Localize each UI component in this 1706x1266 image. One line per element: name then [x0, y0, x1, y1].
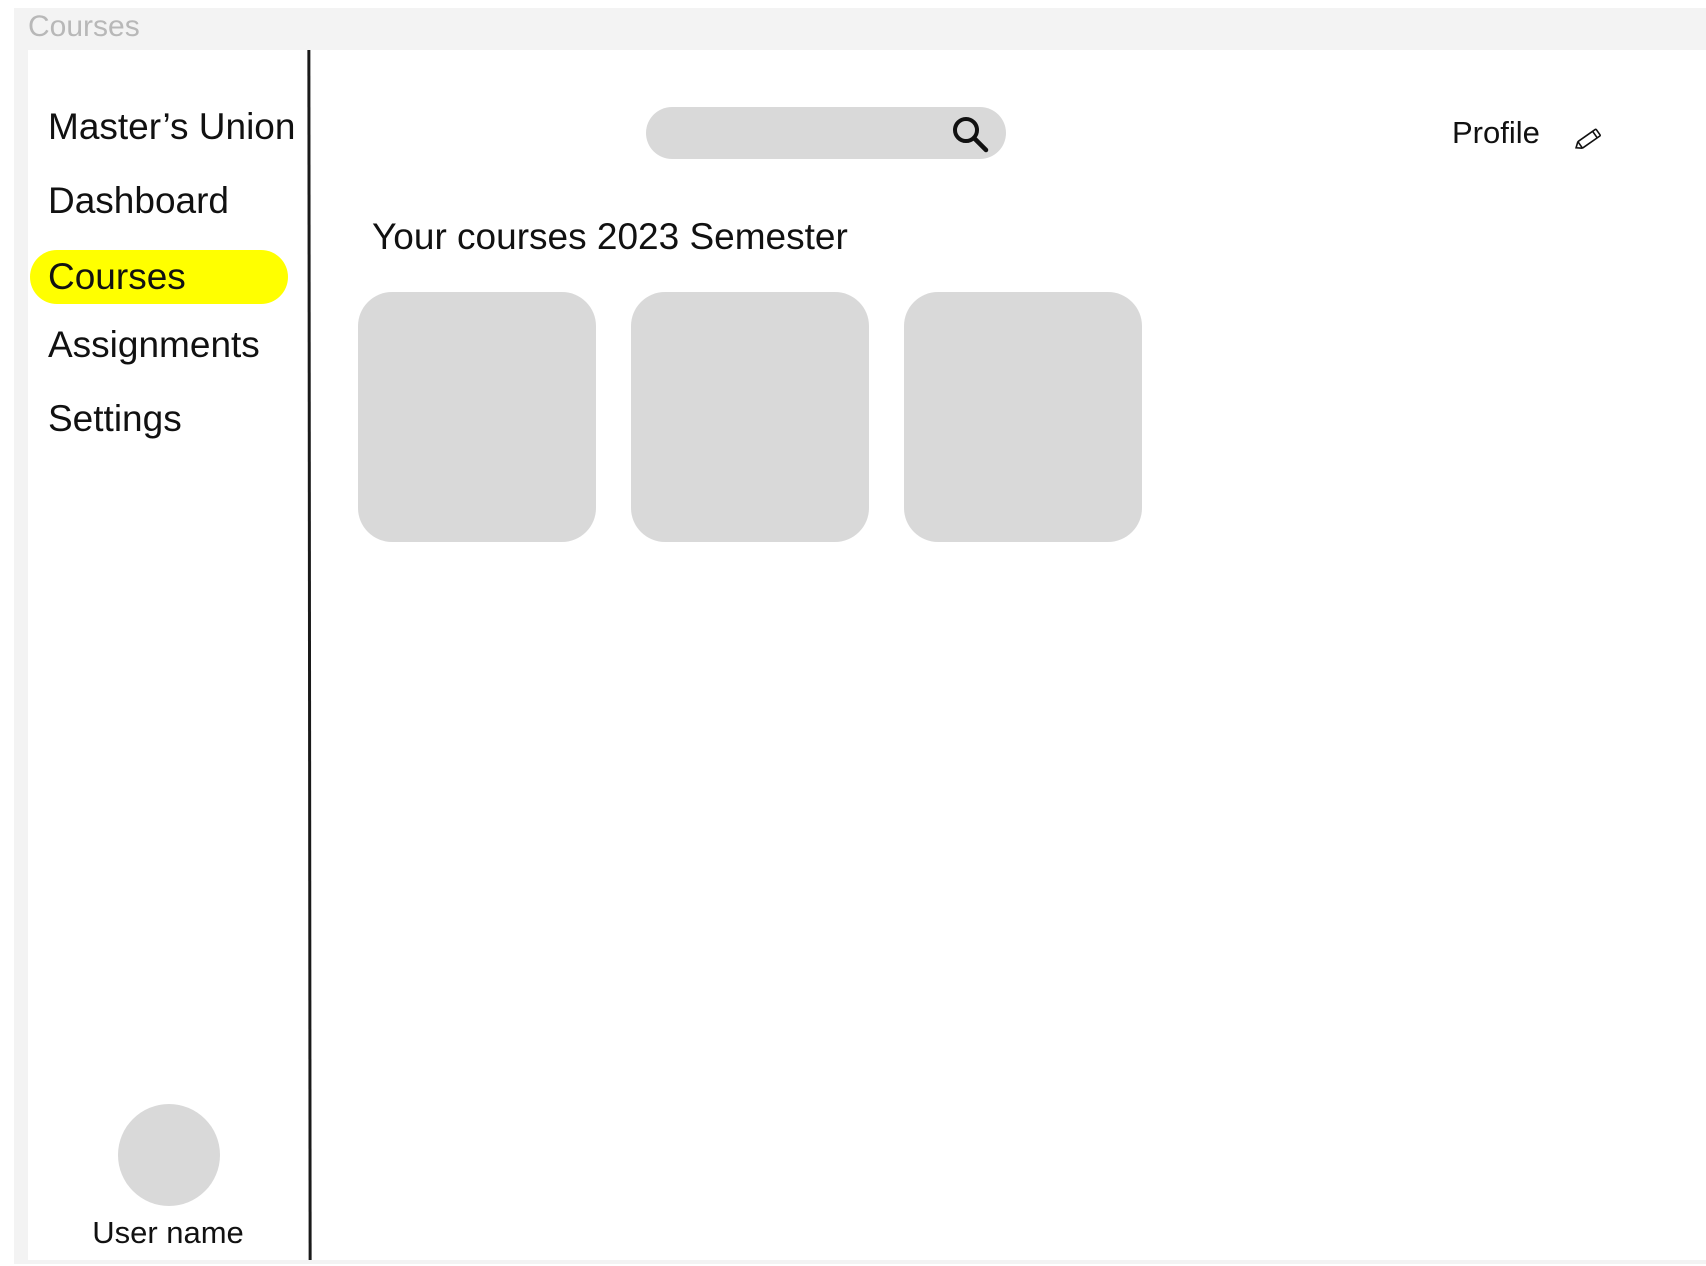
course-card-2[interactable] [631, 292, 869, 542]
sidebar-item-courses[interactable]: Courses [30, 250, 288, 304]
pencil-icon[interactable] [1572, 120, 1608, 156]
sidebar-item-dashboard[interactable]: Dashboard [48, 180, 229, 222]
sidebar-divider [307, 50, 312, 1260]
avatar[interactable] [118, 1104, 220, 1206]
sidebar-item-settings[interactable]: Settings [48, 398, 182, 440]
app-canvas: Master’s Union Dashboard Courses Assignm… [28, 50, 1706, 1260]
course-card-3[interactable] [904, 292, 1142, 542]
search-icon[interactable] [950, 114, 990, 154]
frame-label: Courses [28, 10, 140, 43]
course-card-1[interactable] [358, 292, 596, 542]
user-name: User name [92, 1215, 244, 1250]
page-title: Your courses 2023 Semester [372, 216, 848, 257]
sidebar-item-assignments[interactable]: Assignments [48, 324, 260, 366]
brand-name: Master’s Union [48, 106, 296, 147]
profile-link[interactable]: Profile [1452, 115, 1540, 151]
